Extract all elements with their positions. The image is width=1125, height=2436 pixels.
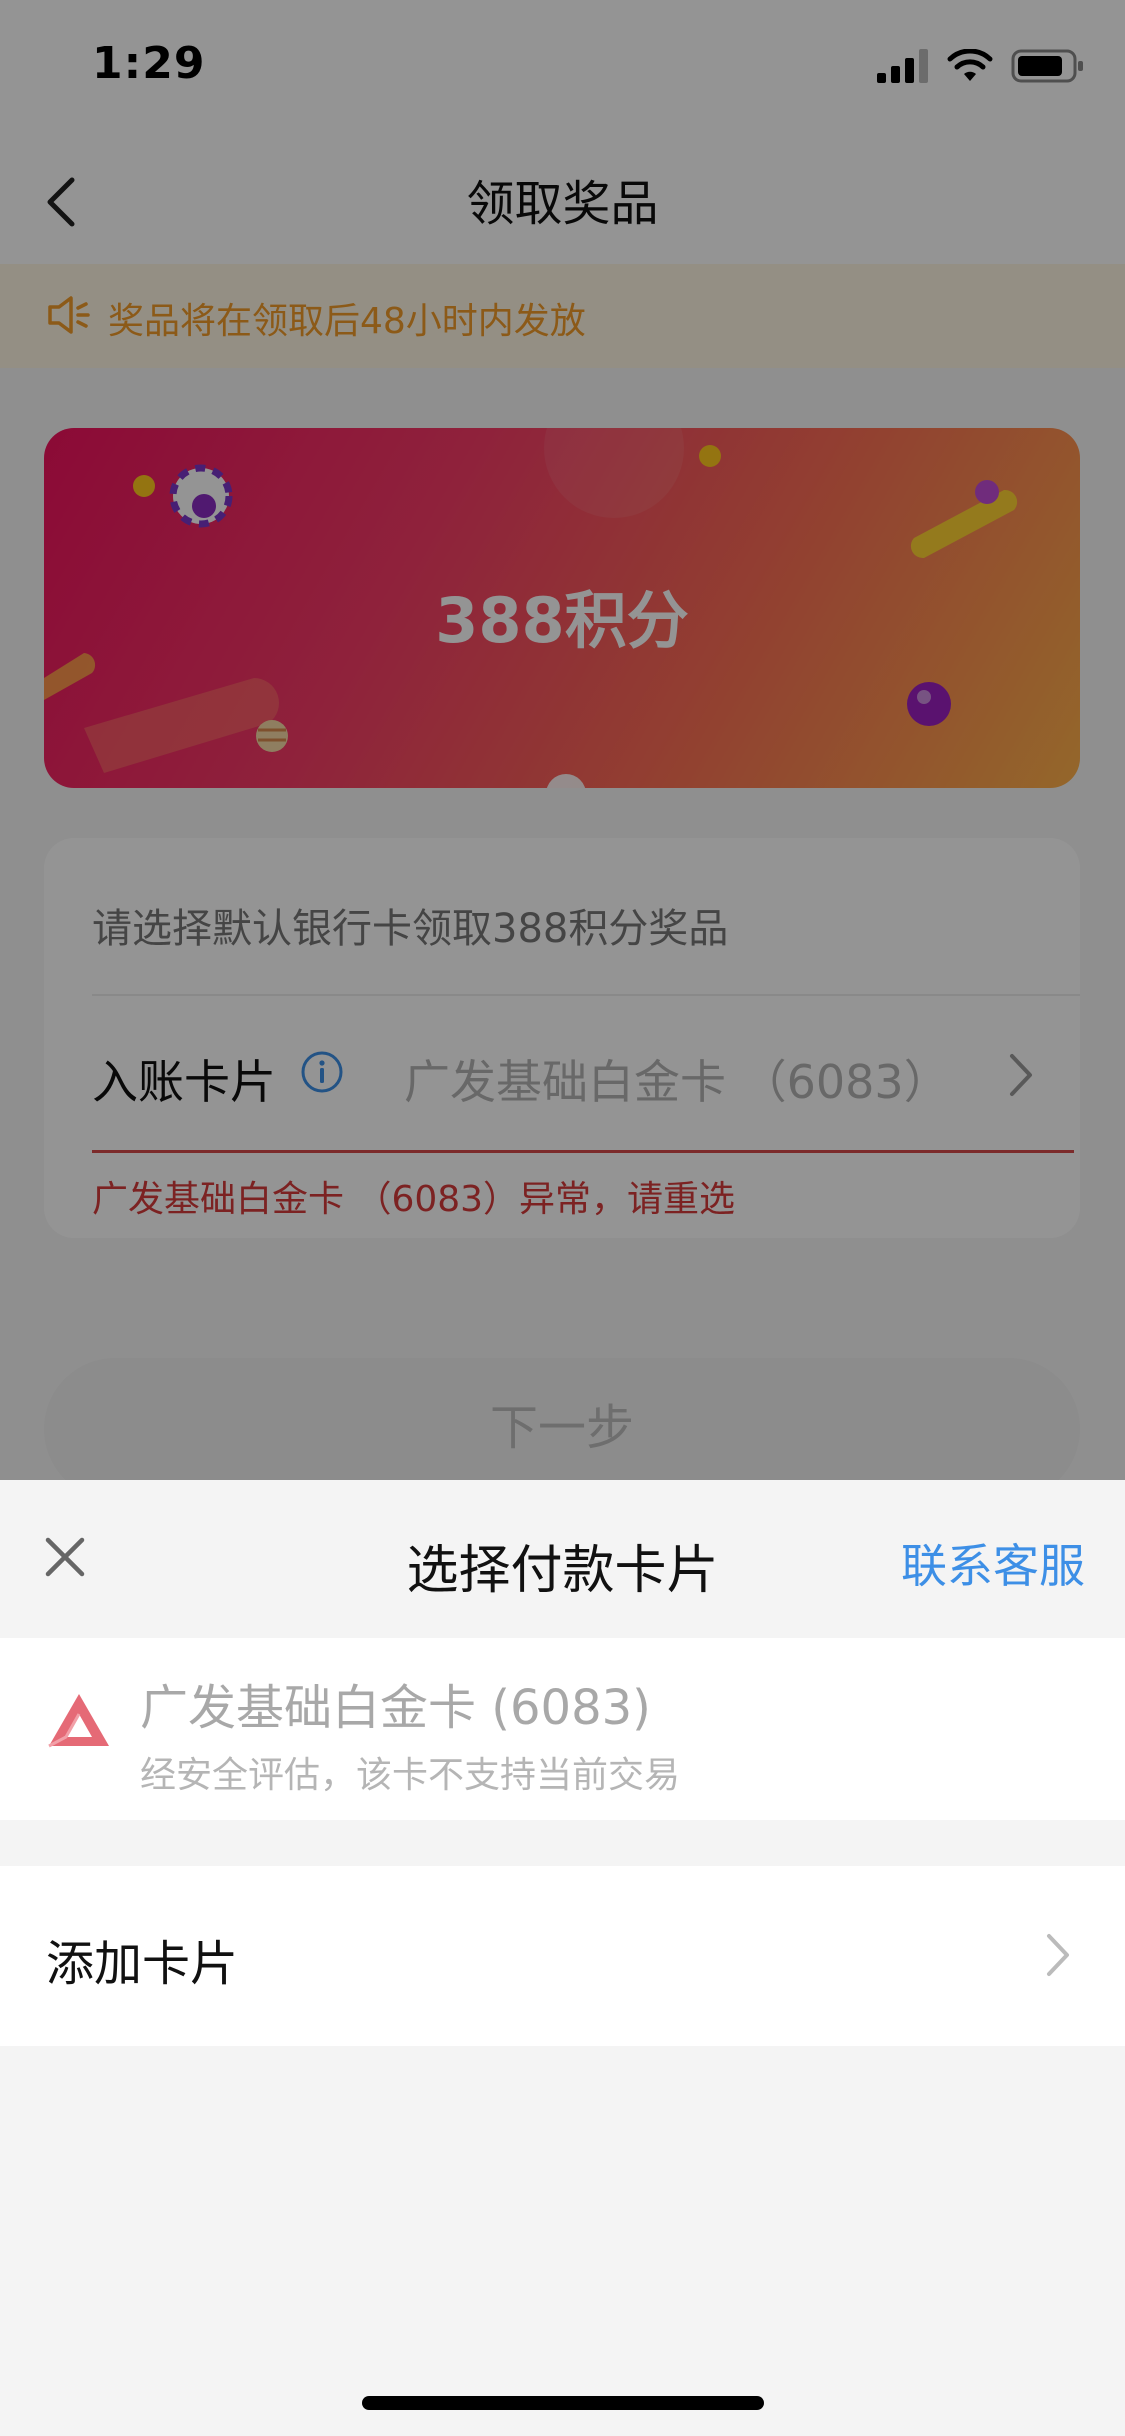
chevron-right-icon xyxy=(1047,1934,1069,1976)
add-card-label: 添加卡片 xyxy=(46,1936,239,1992)
bank-logo-icon xyxy=(48,1694,109,1748)
home-indicator[interactable] xyxy=(362,2396,764,2410)
screen: 1:29 领取奖品 奖品将在领取后48小时内发放 388积分 请选择默认银行卡领… xyxy=(0,0,1125,2436)
card-note: 经安全评估，该卡不支持当前交易 xyxy=(140,1755,681,1796)
card-name: 广发基础白金卡 (6083) xyxy=(140,1680,651,1736)
sheet-header: 选择付款卡片 联系客服 xyxy=(0,1480,1125,1638)
payment-card-sheet: 选择付款卡片 联系客服 广发基础白金卡 (6083) 经安全评估，该卡不支持当前… xyxy=(0,1480,1125,2436)
modal-overlay[interactable] xyxy=(0,0,1125,1480)
add-card-row[interactable]: 添加卡片 xyxy=(0,1866,1125,2046)
contact-support-link[interactable]: 联系客服 xyxy=(901,1530,1085,1596)
card-option[interactable]: 广发基础白金卡 (6083) 经安全评估，该卡不支持当前交易 xyxy=(0,1638,1125,1820)
